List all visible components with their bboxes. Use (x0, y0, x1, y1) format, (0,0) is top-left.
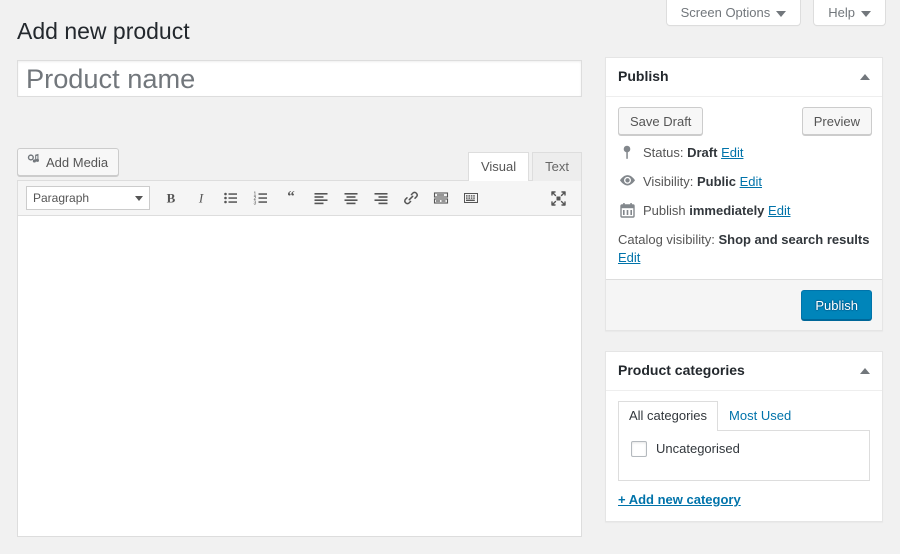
add-media-label: Add Media (46, 155, 108, 170)
toolbar-toggle-icon[interactable] (457, 185, 485, 211)
link-icon[interactable] (397, 185, 425, 211)
publish-panel: Publish Save Draft Preview Status: Draft (605, 57, 883, 331)
chevron-up-icon[interactable] (860, 74, 870, 80)
product-categories-panel: Product categories All categories Most U… (605, 351, 883, 522)
product-categories-header[interactable]: Product categories (606, 352, 882, 391)
svg-text:B: B (167, 191, 176, 206)
align-right-icon[interactable] (367, 185, 395, 211)
fullscreen-icon[interactable] (544, 185, 572, 211)
publish-panel-header[interactable]: Publish (606, 58, 882, 97)
svg-text:3: 3 (254, 201, 257, 207)
publish-date-row: Publish immediately Edit (618, 202, 872, 220)
help-button[interactable]: Help (813, 0, 886, 26)
tab-all-categories[interactable]: All categories (618, 401, 718, 431)
page-title: Add new product (17, 17, 190, 46)
screen-meta-links: Screen Options Help (666, 0, 886, 26)
media-icon (26, 153, 41, 171)
publish-actions-row: Save Draft Preview (618, 107, 872, 135)
editor-container: Paragraph B I 1 2 3 (17, 180, 582, 537)
paragraph-format-select[interactable]: Paragraph (26, 186, 150, 210)
preview-button[interactable]: Preview (802, 107, 872, 135)
save-draft-button[interactable]: Save Draft (618, 107, 703, 135)
screen-options-button[interactable]: Screen Options (666, 0, 802, 26)
chevron-down-icon (776, 11, 786, 17)
align-left-icon[interactable] (307, 185, 335, 211)
category-checklist: Uncategorised (618, 430, 870, 481)
svg-text:I: I (198, 191, 204, 206)
catalog-visibility-value: Shop and search results (718, 232, 869, 247)
blockquote-icon[interactable]: “ (277, 185, 305, 211)
publish-date-label: Publish (643, 203, 686, 218)
screen-options-label: Screen Options (681, 6, 771, 19)
publish-panel-title: Publish (618, 67, 669, 87)
paragraph-format-value: Paragraph (33, 191, 89, 205)
product-categories-title: Product categories (618, 361, 745, 381)
editor-content-area[interactable] (18, 216, 581, 536)
svg-text:“: “ (287, 190, 295, 205)
content-editor: Add Media Visual Text Paragraph B I (17, 148, 582, 537)
chevron-up-icon[interactable] (860, 368, 870, 374)
visibility-row: Visibility: Public Edit (618, 173, 872, 191)
calendar-icon (618, 202, 636, 218)
read-more-icon[interactable] (427, 185, 455, 211)
eye-icon (618, 173, 636, 187)
add-new-category-link[interactable]: + Add new category (618, 492, 741, 507)
editor-mode-tabs: Visual Text (468, 148, 582, 180)
bold-icon[interactable]: B (157, 185, 185, 211)
product-categories-body: All categories Most Used Uncategorised +… (606, 391, 882, 521)
sidebar: Publish Save Draft Preview Status: Draft (605, 57, 883, 542)
formatting-toolbar: Paragraph B I 1 2 3 (18, 181, 581, 216)
visibility-value: Public (697, 174, 736, 189)
chevron-down-icon (861, 11, 871, 17)
status-value: Draft (687, 145, 717, 160)
edit-status-link[interactable]: Edit (721, 145, 743, 160)
chevron-down-icon (135, 196, 143, 201)
numbered-list-icon[interactable]: 1 2 3 (247, 185, 275, 211)
bulleted-list-icon[interactable] (217, 185, 245, 211)
publish-date-value: immediately (689, 203, 764, 218)
post-title-area (17, 60, 582, 97)
category-tabs: All categories Most Used (618, 401, 870, 430)
publish-panel-body: Save Draft Preview Status: Draft Edit (606, 97, 882, 279)
tab-visual[interactable]: Visual (468, 152, 529, 181)
editor-toolbar-top: Add Media Visual Text (17, 148, 582, 180)
catalog-visibility-row: Catalog visibility: Shop and search resu… (618, 231, 872, 267)
tab-most-used[interactable]: Most Used (718, 401, 802, 431)
publish-button[interactable]: Publish (801, 290, 872, 320)
edit-visibility-link[interactable]: Edit (740, 174, 762, 189)
visibility-label: Visibility: (643, 174, 693, 189)
list-item[interactable]: Uncategorised (631, 441, 857, 457)
edit-catalog-visibility-link[interactable]: Edit (618, 250, 640, 265)
category-checkbox-uncategorised[interactable] (631, 441, 647, 457)
align-center-icon[interactable] (337, 185, 365, 211)
tab-text[interactable]: Text (532, 152, 582, 181)
catalog-visibility-label: Catalog visibility: (618, 232, 715, 247)
add-media-button[interactable]: Add Media (17, 148, 119, 176)
publish-panel-footer: Publish (606, 279, 882, 330)
italic-icon[interactable]: I (187, 185, 215, 211)
category-label: Uncategorised (656, 441, 740, 456)
post-status-row: Status: Draft Edit (618, 144, 872, 162)
pin-icon (618, 144, 636, 160)
status-label: Status: (643, 145, 683, 160)
help-label: Help (828, 6, 855, 19)
edit-publish-date-link[interactable]: Edit (768, 203, 790, 218)
product-name-input[interactable] (17, 60, 582, 97)
